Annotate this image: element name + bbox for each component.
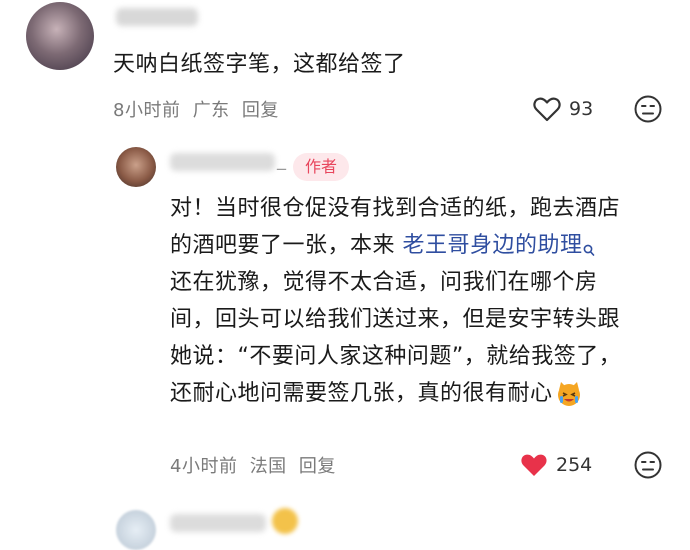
reply-dislike-button[interactable] [633, 450, 663, 480]
comment-location: 广东 [192, 100, 230, 121]
reply-reply-button[interactable]: 回复 [299, 456, 336, 477]
next-avatar[interactable] [116, 510, 156, 550]
reply-text-line: 她说：“不要问人家这种问题”，就给我签了， [170, 344, 622, 369]
reply-like-count: 254 [556, 454, 593, 476]
dislike-face-icon [634, 95, 662, 123]
comment-meta: 8小时前 广东 回复 [113, 96, 279, 122]
author-avatar[interactable] [116, 147, 156, 187]
reply-text-line: 还耐心地问需要签几张，真的很有耐心 [170, 375, 670, 412]
cat-crying-emoji-icon [555, 380, 583, 408]
reply-text-segment: 的酒吧要了一张，本来 [170, 233, 403, 258]
comment-time: 8小时前 [113, 100, 181, 121]
mention-link[interactable]: 老王哥身边的助理 [403, 233, 583, 258]
like-count: 93 [569, 98, 594, 120]
dislike-face-icon [634, 451, 662, 479]
reply-button[interactable]: 回复 [242, 100, 279, 121]
like-button[interactable]: 93 [533, 94, 593, 124]
reply-like-button[interactable]: 254 [520, 450, 592, 480]
username[interactable] [116, 8, 198, 26]
comment-text: 天呐白纸签字笔，这都给签了 [113, 52, 406, 77]
author-badge: 作者 [293, 153, 350, 181]
next-username[interactable] [170, 514, 266, 532]
next-emoji [272, 508, 298, 534]
dislike-button[interactable] [633, 94, 663, 124]
reply-meta: 4小时前 法国 回复 [170, 452, 336, 478]
reply-text-line: 的酒吧要了一张，本来 老王哥身边的助理 [170, 227, 670, 264]
heart-filled-icon [520, 452, 548, 478]
author-username[interactable] [170, 153, 275, 171]
heart-outline-icon [533, 96, 561, 122]
avatar[interactable] [26, 2, 94, 70]
reply-text-line: 间，回头可以给我们送过来，但是安宇转头跟 [170, 307, 621, 332]
search-icon[interactable] [583, 233, 595, 256]
reply-text: 对！当时很仓促没有找到合适的纸，跑去酒店 的酒吧要了一张，本来 老王哥身边的助理… [170, 190, 670, 412]
reply-time: 4小时前 [170, 456, 238, 477]
reply-text-line: 对！当时很仓促没有找到合适的纸，跑去酒店 [170, 196, 621, 221]
reply-text-line: 还在犹豫，觉得不太合适，问我们在哪个房 [170, 270, 598, 295]
author-username-suffix: _ [277, 150, 286, 171]
reply-location: 法国 [249, 456, 287, 477]
reply-text-segment: 还耐心地问需要签几张，真的很有耐心 [170, 381, 553, 406]
